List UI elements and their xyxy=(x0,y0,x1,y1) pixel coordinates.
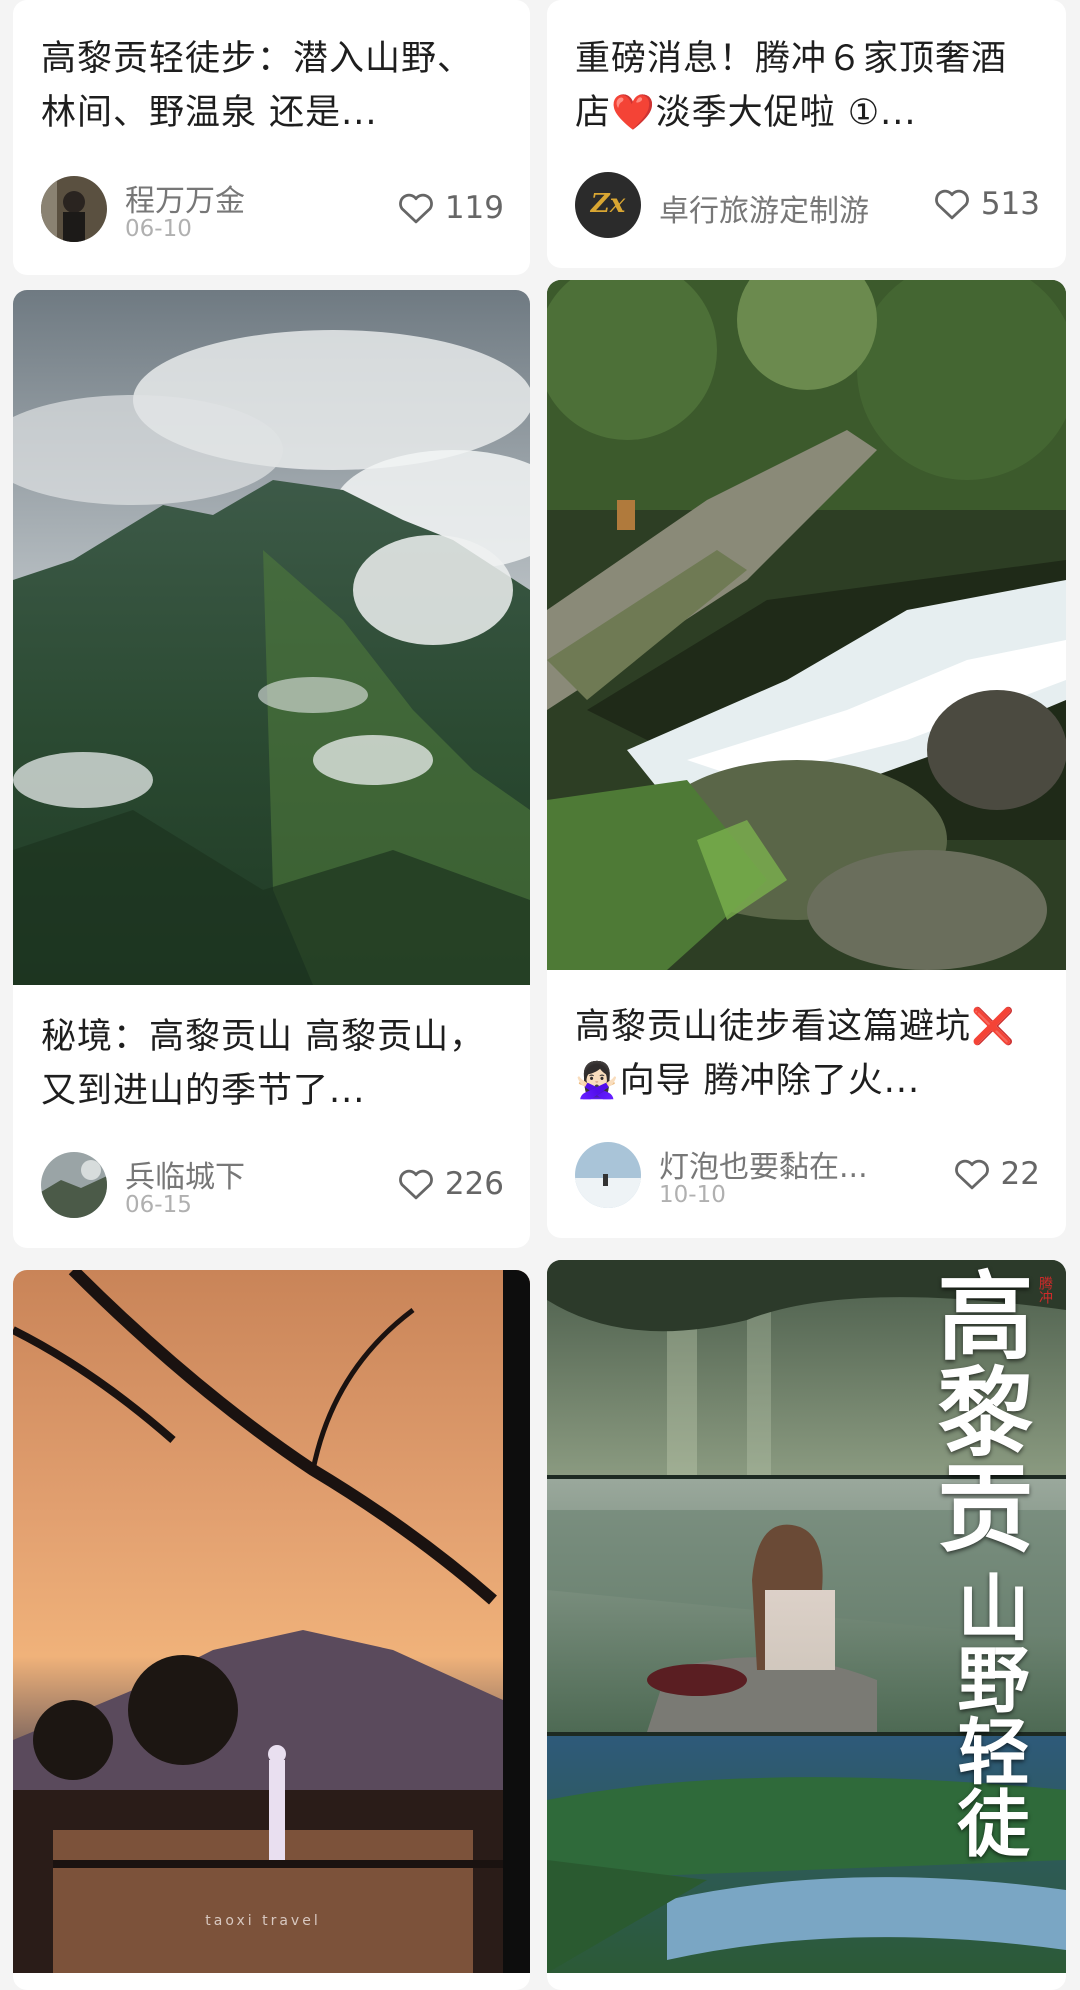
post-title[interactable]: 秘境：高黎贡山 高黎贡山，又到进山的季节了... xyxy=(41,1010,506,1118)
post-date: 06-10 xyxy=(125,216,192,242)
heart-outline-icon xyxy=(954,1159,989,1190)
avatar[interactable] xyxy=(575,1142,641,1208)
post-title[interactable]: 重磅消息！腾冲６家顶奢酒店❤️淡季大促啦 ①... xyxy=(575,32,1042,140)
like-count: 226 xyxy=(444,1166,504,1202)
heart-outline-icon xyxy=(934,189,969,220)
like-count: 119 xyxy=(444,190,504,226)
cover-image-waterfall[interactable] xyxy=(547,280,1066,970)
avatar[interactable] xyxy=(41,176,107,242)
feed-card-4[interactable]: 高黎贡山徒步看这篇避坑❌🙅🏻‍♀️向导 腾冲除了火... 灯泡也要黏在... 1… xyxy=(547,280,1066,1238)
avatar[interactable] xyxy=(41,1152,107,1218)
like-button[interactable]: 226 xyxy=(397,1166,504,1202)
author-name[interactable]: 卓行旅游定制游 xyxy=(659,186,869,230)
cover-title-text-1: 高黎贡 xyxy=(921,1266,1034,1554)
author-name[interactable]: 兵临城下 xyxy=(125,1152,245,1196)
feed-card-3[interactable]: 秘境：高黎贡山 高黎贡山，又到进山的季节了... 兵临城下 06-15 226 xyxy=(13,290,530,1248)
author-name[interactable]: 灯泡也要黏在... xyxy=(659,1142,868,1186)
feed-card-6[interactable]: 高黎贡 山野轻徒 腾冲 xyxy=(547,1260,1066,1990)
heart-outline-icon xyxy=(398,193,433,224)
heart-outline-icon xyxy=(398,1169,433,1200)
like-count: 513 xyxy=(980,186,1040,222)
like-count: 22 xyxy=(1000,1156,1040,1192)
post-title[interactable]: 高黎贡轻徒步：潜入山野、林间、野温泉 还是... xyxy=(41,32,506,140)
post-title[interactable]: 高黎贡山徒步看这篇避坑❌🙅🏻‍♀️向导 腾冲除了火... xyxy=(575,1000,1042,1108)
cover-image-mountain[interactable] xyxy=(13,290,530,985)
seal-stamp: 腾冲 xyxy=(1037,1276,1053,1304)
post-date: 06-15 xyxy=(125,1192,192,1218)
avatar-logo-text: Zx xyxy=(590,189,626,219)
feed-card-5[interactable]: taoxi travel xyxy=(13,1270,530,1990)
like-button[interactable]: 513 xyxy=(933,186,1040,222)
post-date: 10-10 xyxy=(659,1182,726,1208)
like-button[interactable]: 22 xyxy=(953,1156,1040,1192)
like-button[interactable]: 119 xyxy=(397,190,504,226)
author-name[interactable]: 程万万金 xyxy=(125,176,245,220)
cover-title-text-2: 山野轻徒 xyxy=(945,1570,1030,1858)
image-watermark: taoxi travel xyxy=(205,1913,320,1929)
feed-card-1[interactable]: 高黎贡轻徒步：潜入山野、林间、野温泉 还是... 程万万金 06-10 119 xyxy=(13,0,530,275)
avatar[interactable]: Zx xyxy=(575,172,641,238)
cover-image-sunset[interactable]: taoxi travel xyxy=(13,1270,530,1973)
feed-card-2[interactable]: 重磅消息！腾冲６家顶奢酒店❤️淡季大促啦 ①... Zx 卓行旅游定制游 513 xyxy=(547,0,1066,268)
